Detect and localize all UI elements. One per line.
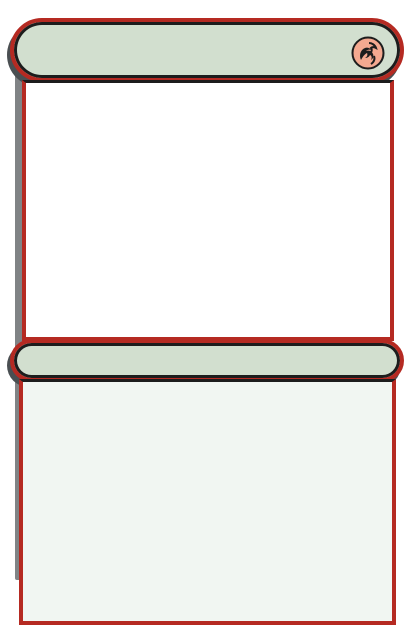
card-frame: [0, 0, 415, 631]
art-box: [22, 80, 394, 341]
rules-text-box: [19, 379, 396, 625]
red-mana-dragon-icon: [351, 36, 385, 70]
card-title: [42, 41, 342, 61]
type-line: [42, 354, 382, 372]
title-bar: [10, 18, 404, 82]
type-line-bar: [10, 339, 404, 382]
